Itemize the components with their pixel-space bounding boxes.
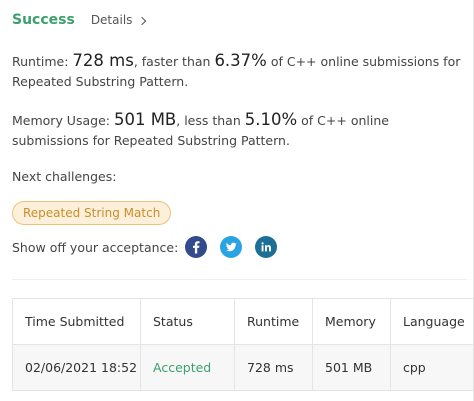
- cell-memory: 501 MB: [312, 344, 391, 391]
- result-header: Success Details: [12, 12, 147, 28]
- column-header-runtime: Runtime: [234, 298, 313, 345]
- facebook-icon[interactable]: [185, 236, 207, 258]
- memory-value: 501 MB: [113, 110, 177, 129]
- column-header-time: Time Submitted: [12, 298, 141, 345]
- column-header-memory: Memory: [312, 298, 391, 345]
- submission-result-panel: Success Details Runtime: 728 ms, faster …: [0, 0, 474, 401]
- runtime-percent: 6.37%: [214, 51, 267, 70]
- share-label: Show off your acceptance:: [12, 240, 179, 255]
- column-header-language: Language: [390, 298, 474, 345]
- details-link[interactable]: Details: [90, 13, 147, 27]
- memory-prefix: Memory Usage:: [12, 113, 114, 128]
- runtime-stat: Runtime: 728 ms, faster than 6.37% of C+…: [12, 51, 467, 92]
- column-header-status: Status: [140, 298, 235, 345]
- cell-status-link[interactable]: Accepted: [140, 344, 235, 391]
- challenge-chip[interactable]: Repeated String Match: [12, 201, 172, 225]
- section-divider: [12, 279, 467, 280]
- status-title: Success: [12, 12, 75, 28]
- twitter-icon[interactable]: [220, 236, 242, 258]
- submissions-table: Time Submitted Status Runtime Memory Lan…: [12, 298, 474, 391]
- linkedin-icon[interactable]: [255, 236, 277, 258]
- cell-time-submitted: 02/06/2021 18:52: [12, 344, 141, 391]
- details-label: Details: [90, 13, 133, 27]
- runtime-value: 728 ms: [72, 51, 134, 70]
- memory-mid: , less than: [176, 113, 245, 128]
- table-row[interactable]: 02/06/2021 18:52 Accepted 728 ms 501 MB …: [12, 344, 474, 391]
- runtime-prefix: Runtime:: [12, 54, 73, 69]
- chevron-right-icon: [138, 16, 147, 26]
- cell-runtime: 728 ms: [234, 344, 313, 391]
- next-challenges-label: Next challenges:: [12, 169, 117, 184]
- runtime-mid: , faster than: [133, 54, 215, 69]
- memory-percent: 5.10%: [244, 110, 298, 129]
- memory-stat: Memory Usage: 501 MB, less than 5.10% of…: [12, 110, 467, 151]
- table-header-row: Time Submitted Status Runtime Memory Lan…: [12, 298, 474, 345]
- cell-language: cpp: [390, 344, 474, 391]
